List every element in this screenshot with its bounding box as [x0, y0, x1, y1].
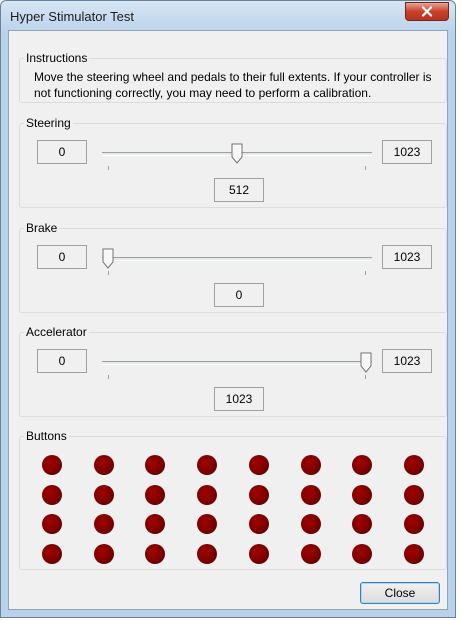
button-indicator-26 [93, 543, 114, 564]
button-indicator-1 [42, 455, 62, 475]
button-indicator-31 [352, 543, 373, 564]
steering-label: Steering [24, 116, 73, 130]
button-indicator-11 [145, 484, 166, 505]
button-indicator-32 [403, 543, 424, 564]
button-indicator-22 [300, 514, 321, 534]
steering-group: Steering 0 1023 512 [19, 116, 447, 208]
slider-max-tick [365, 271, 366, 275]
brake-group: Brake 0 1023 0 [19, 221, 447, 313]
instructions-group: Instructions Move the steering wheel and… [19, 51, 447, 103]
button-indicator-3 [145, 455, 166, 475]
button-indicator-30 [300, 543, 321, 564]
button-indicator-5 [248, 455, 269, 475]
brake-max-value: 1023 [382, 245, 432, 269]
button-indicator-6 [300, 455, 321, 475]
button-indicator-8 [403, 455, 424, 475]
button-indicator-18 [93, 514, 114, 534]
button-indicator-12 [197, 484, 218, 505]
button-indicator-28 [197, 543, 218, 564]
button-indicator-23 [352, 514, 373, 534]
brake-current-value: 0 [214, 283, 264, 307]
slider-thumb[interactable] [102, 248, 114, 269]
brake-label: Brake [24, 221, 60, 235]
button-indicator-2 [93, 455, 114, 475]
button-indicator-9 [42, 484, 62, 505]
slider-track [102, 257, 372, 261]
slider-min-tick [108, 375, 109, 379]
steering-current-value: 512 [214, 178, 264, 202]
button-indicator-14 [300, 484, 321, 505]
slider-track [102, 361, 372, 365]
slider-max-tick [365, 166, 366, 170]
slider-min-tick [108, 271, 109, 275]
accelerator-group: Accelerator 0 1023 1023 [19, 325, 447, 417]
window-title: Hyper Stimulator Test [10, 9, 135, 24]
button-indicator-13 [248, 484, 269, 505]
button-indicator-4 [197, 455, 218, 475]
accelerator-max-value: 1023 [382, 349, 432, 373]
button-indicator-7 [352, 455, 373, 475]
button-indicator-24 [403, 514, 424, 534]
button-indicator-27 [145, 543, 166, 564]
button-indicator-10 [93, 484, 114, 505]
instructions-text: Move the steering wheel and pedals to th… [34, 70, 432, 100]
button-indicator-20 [197, 514, 218, 534]
buttons-label: Buttons [24, 429, 69, 443]
accelerator-current-value: 1023 [214, 387, 264, 411]
button-indicator-16 [403, 484, 424, 505]
slider-max-tick [365, 375, 366, 379]
accelerator-label: Accelerator [24, 325, 89, 339]
button-indicator-19 [145, 514, 166, 534]
instructions-label: Instructions [24, 51, 90, 65]
title-bar[interactable]: Hyper Stimulator Test [1, 1, 455, 31]
button-indicator-29 [248, 543, 269, 564]
button-indicator-21 [248, 514, 269, 534]
close-button[interactable]: Close [360, 582, 440, 604]
buttons-group: Buttons [19, 429, 447, 570]
steering-max-value: 1023 [382, 140, 432, 164]
button-indicator-15 [352, 484, 373, 505]
close-window-button[interactable] [405, 2, 449, 21]
slider-thumb[interactable] [360, 352, 372, 373]
button-indicator-17 [42, 514, 62, 534]
button-indicator-25 [42, 543, 62, 564]
slider-thumb[interactable] [231, 143, 243, 164]
slider-min-tick [108, 166, 109, 170]
close-icon [421, 6, 433, 17]
